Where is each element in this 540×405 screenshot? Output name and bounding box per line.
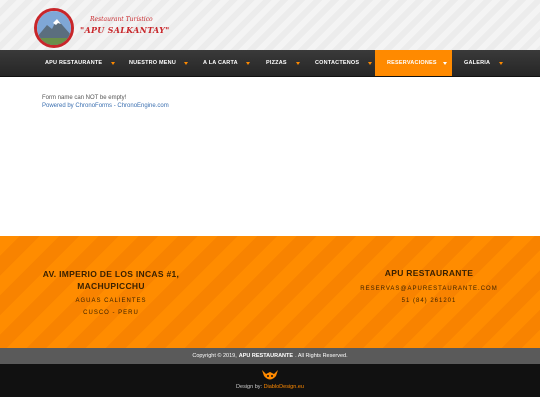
chevron-down-icon[interactable] <box>443 62 447 65</box>
chevron-down-icon[interactable] <box>246 62 250 65</box>
design-link[interactable]: DiabloDesign.eu <box>264 384 304 390</box>
nav-item-a-la-carta[interactable]: A LA CARTA <box>203 50 238 76</box>
footer-address-line2: MACHUPICCHU <box>77 281 145 291</box>
footer-address-line1: AV. IMPERIO DE LOS INCAS #1, <box>42 269 180 279</box>
nav-item-label: RESERVACIONES <box>387 60 437 66</box>
footer-brand-title: APU RESTAURANTE <box>384 268 474 278</box>
design-label: Design by: <box>236 384 263 390</box>
nav-item-nuestro-menu[interactable]: NUESTRO MENU <box>129 50 176 76</box>
footer-region: CUSCO - PERU <box>83 310 139 316</box>
chevron-down-icon[interactable] <box>296 62 300 65</box>
logo-name[interactable]: "APU SALKANTAY" <box>80 25 170 35</box>
chevron-down-icon[interactable] <box>368 62 372 65</box>
nav-item-apu-restaurante[interactable]: APU RESTAURANTE <box>45 50 102 76</box>
footer-city: AGUAS CALIENTES <box>75 298 147 304</box>
chevron-down-icon[interactable] <box>499 62 503 65</box>
main-nav: APU RESTAURANTE NUESTRO MENU A LA CARTA … <box>0 50 540 77</box>
nav-item-label: GALERIA <box>464 60 491 66</box>
copyright-suffix: . All Rights Reserved. <box>295 353 348 359</box>
nav-item-galeria[interactable]: GALERIA <box>464 50 490 76</box>
powered-by-link[interactable]: Powered by ChronoForms - ChronoEngine.co… <box>42 103 169 109</box>
nav-item-label: NUESTRO MENU <box>129 60 177 66</box>
nav-item-contactenos[interactable]: CONTACTENOS <box>315 50 359 76</box>
chevron-down-icon[interactable] <box>111 62 115 65</box>
logo-mountain-icon[interactable] <box>34 8 74 48</box>
nav-item-label: PIZZAS <box>266 60 287 66</box>
site-header: Restaurant Turístico "APU SALKANTAY" <box>0 0 540 50</box>
nav-item-pizzas[interactable]: PIZZAS <box>266 50 287 76</box>
nav-item-label: A LA CARTA <box>203 60 238 66</box>
footer-phone: 51 (84) 261201 <box>401 298 457 304</box>
logo-tagline: Restaurant Turístico <box>90 16 153 23</box>
nav-item-reservaciones[interactable]: RESERVACIONES <box>375 50 452 76</box>
form-error-message: Form name can NOT be empty! <box>42 95 127 101</box>
copyright-brand: APU RESTAURANTE <box>238 353 294 359</box>
nav-item-label: CONTACTENOS <box>315 60 360 66</box>
copyright-bar: Copyright © 2019, APU RESTAURANTE . All … <box>0 348 540 364</box>
nav-item-label: APU RESTAURANTE <box>45 60 103 66</box>
footer-address-title: AV. IMPERIO DE LOS INCAS #1, MACHUPICCHU <box>30 268 192 292</box>
footer-email-link[interactable]: RESERVAS@APURESTAURANTE.COM <box>348 286 510 292</box>
footer <box>0 236 540 348</box>
design-credit: Design by: DiabloDesign.eu <box>0 384 540 390</box>
chevron-down-icon[interactable] <box>184 62 188 65</box>
copyright-prefix: Copyright © 2019, <box>192 353 237 359</box>
